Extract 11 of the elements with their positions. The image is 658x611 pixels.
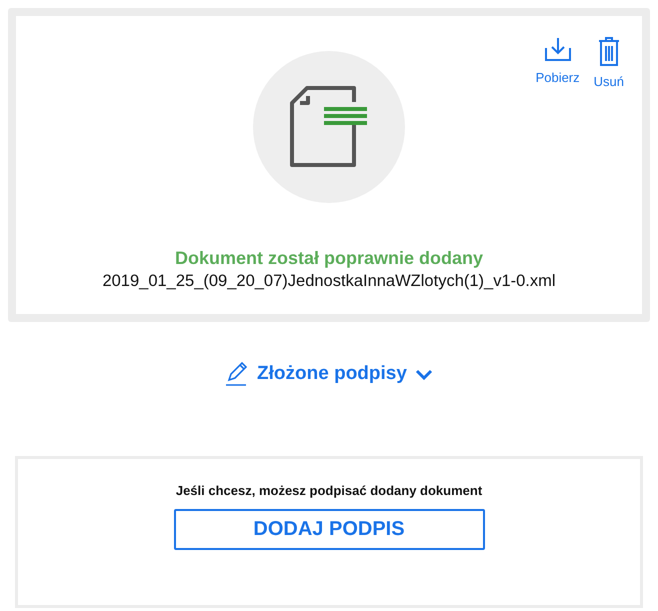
- file-name: 2019_01_25_(09_20_07)JednostkaInnaWZlotych(1)_v1-0.xml: [102, 272, 556, 291]
- download-icon: [544, 36, 572, 62]
- pencil-icon: [225, 362, 250, 386]
- signatures-toggle[interactable]: Złożone podpisy: [225, 362, 433, 386]
- download-button[interactable]: Pobierz: [536, 36, 580, 89]
- status-message: Dokument został poprawnie dodany: [174, 248, 484, 269]
- add-signature-button[interactable]: DODAJ PODPIS: [174, 509, 484, 550]
- sign-prompt: Jeśli chcesz, możesz podpisać dodany dokument: [176, 483, 482, 498]
- trash-icon: [598, 36, 620, 66]
- document-icon: [290, 85, 368, 169]
- delete-button[interactable]: Usuń: [594, 36, 624, 89]
